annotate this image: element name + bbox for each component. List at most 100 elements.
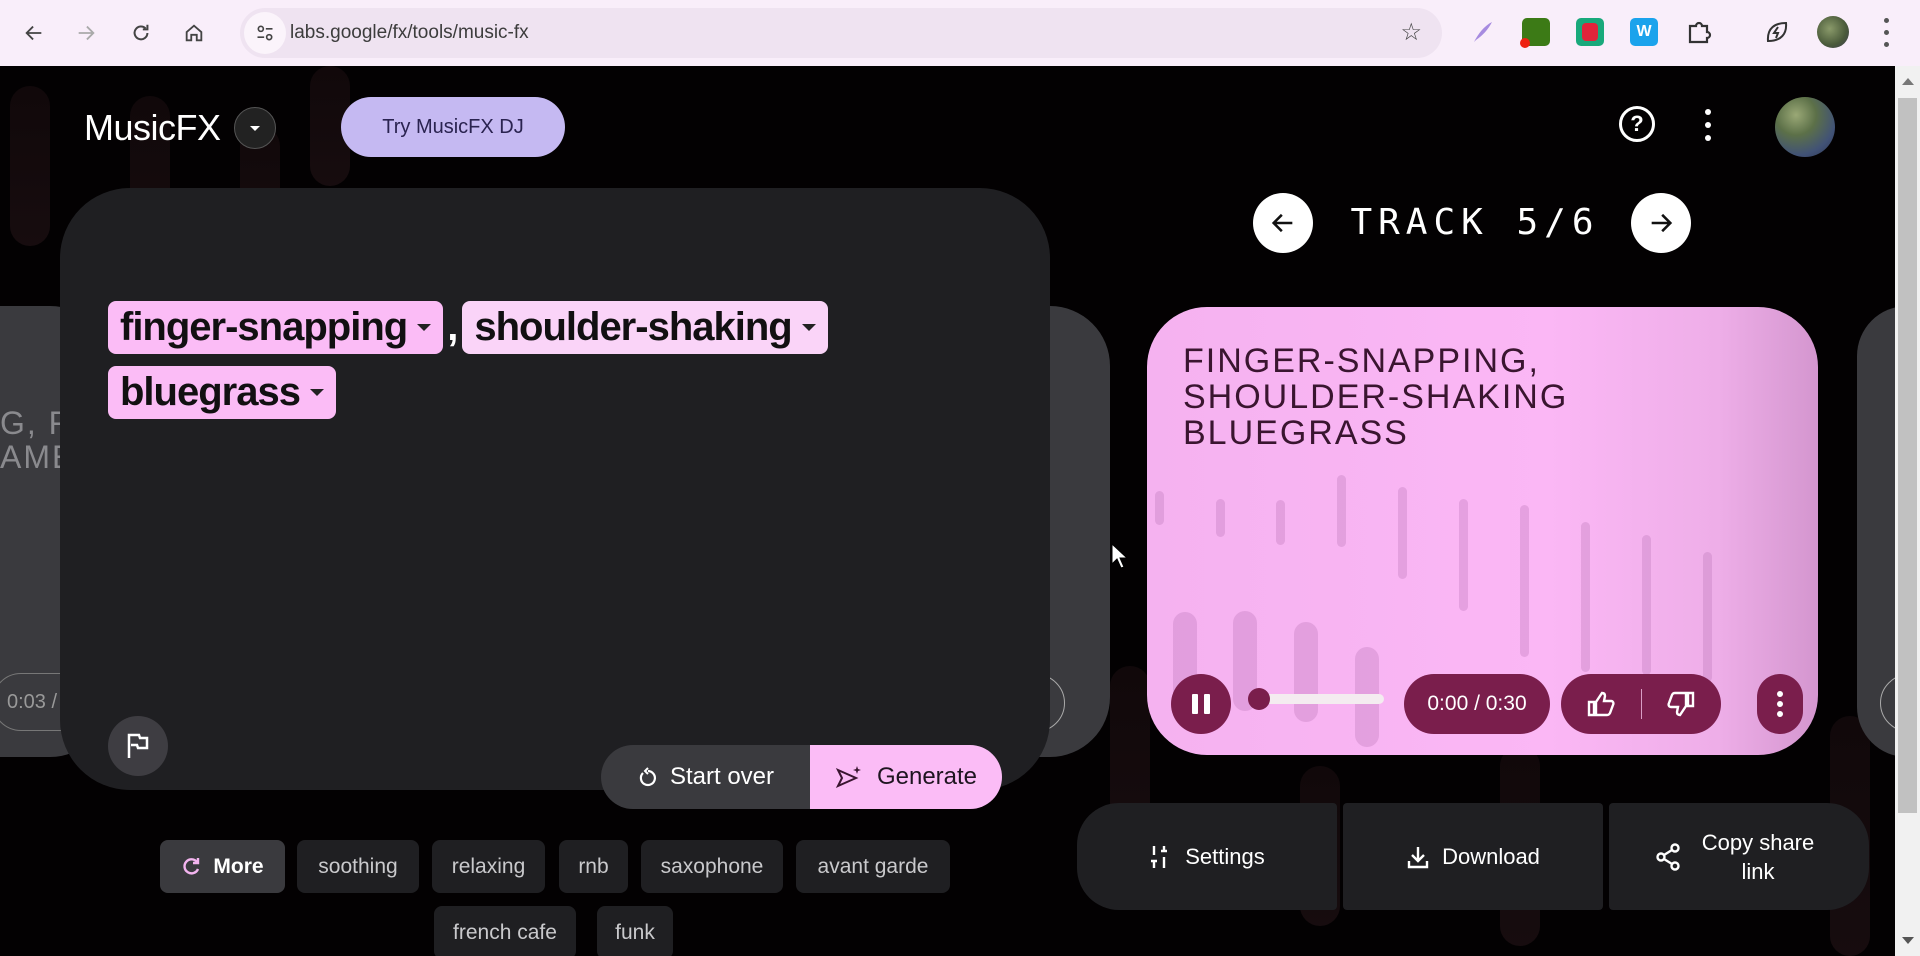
- suggestion-chip[interactable]: funk: [597, 906, 673, 956]
- prompt-chip[interactable]: bluegrass: [108, 366, 336, 419]
- bookmark-star-icon[interactable]: ☆: [1400, 8, 1422, 58]
- thumbs-down-icon: [1667, 691, 1695, 717]
- flag-icon: [127, 733, 149, 758]
- thumbs-up-icon: [1587, 691, 1615, 717]
- share-icon: [1656, 842, 1680, 871]
- suggestion-chip[interactable]: saxophone: [641, 840, 783, 893]
- report-button[interactable]: [108, 716, 168, 776]
- generate-button[interactable]: Generate: [810, 745, 1002, 809]
- previous-track-button[interactable]: [1253, 193, 1313, 253]
- green-extension-icon[interactable]: [1520, 18, 1550, 48]
- play-button[interactable]: [1880, 674, 1895, 732]
- chip-label: finger-snapping: [120, 305, 408, 349]
- page-scrollbar[interactable]: [1895, 66, 1920, 956]
- profile-avatar[interactable]: [1817, 16, 1849, 48]
- suggestion-chip[interactable]: rnb: [559, 840, 628, 893]
- waveform-bar: [1216, 499, 1225, 537]
- waveform-bar: [1642, 535, 1651, 675]
- thumbs-down-button[interactable]: [1642, 674, 1722, 734]
- download-icon: [1407, 846, 1429, 868]
- waveform-bar: [1703, 552, 1712, 682]
- suggestion-chip[interactable]: relaxing: [432, 840, 545, 893]
- more-label: More: [213, 854, 264, 878]
- url-text: labs.google/fx/tools/music-fx: [290, 22, 529, 43]
- caret-down-icon: [801, 324, 816, 331]
- playback-time: 0:00 / 0:30: [1404, 674, 1550, 734]
- background-bar: [10, 86, 50, 246]
- share-label: Copy share link: [1701, 829, 1815, 884]
- scroll-down-arrow-icon[interactable]: [1902, 937, 1914, 944]
- prompt-chip[interactable]: finger-snapping: [108, 301, 444, 354]
- caret-down-icon: [250, 125, 260, 131]
- back-button[interactable]: [14, 13, 54, 53]
- waveform-bar: [1337, 475, 1346, 547]
- track-title: FINGER-SNAPPING, SHOULDER-SHAKING BLUEGR…: [1183, 343, 1568, 451]
- chip-label: shoulder-shaking: [474, 305, 792, 349]
- help-icon[interactable]: ?: [1619, 106, 1655, 142]
- start-over-label: Start over: [669, 763, 775, 790]
- reload-button[interactable]: [121, 13, 161, 53]
- pause-icon: [1192, 694, 1198, 714]
- browser-toolbar: labs.google/fx/tools/music-fx ☆ W: [0, 0, 1920, 66]
- settings-label: Settings: [1185, 843, 1265, 869]
- puzzle-extension-icon[interactable]: [1685, 18, 1713, 46]
- track-counter: TRACK 5/6: [1350, 202, 1600, 243]
- thumbs-up-button[interactable]: [1561, 674, 1641, 734]
- scrollbar-thumb[interactable]: [1898, 98, 1917, 813]
- caret-down-icon: [309, 389, 324, 396]
- address-bar[interactable]: labs.google/fx/tools/music-fx ☆: [240, 8, 1442, 58]
- title-line: FINGER-SNAPPING,: [1183, 342, 1540, 380]
- refresh-icon: [183, 857, 200, 875]
- w-extension-icon[interactable]: W: [1630, 18, 1658, 46]
- arrow-right-icon: [1651, 213, 1673, 233]
- slider-track: [1258, 694, 1384, 704]
- suggestion-chip[interactable]: soothing: [297, 840, 419, 893]
- download-button[interactable]: Download: [1343, 803, 1603, 910]
- more-suggestions-button[interactable]: More: [160, 840, 285, 893]
- home-button[interactable]: [174, 13, 214, 53]
- prompt-card: finger-snapping , shoulder-shaking blueg…: [60, 188, 1050, 790]
- try-musicfx-dj-button[interactable]: Try MusicFX DJ: [341, 97, 565, 157]
- forward-button[interactable]: [66, 13, 106, 53]
- track-more-button[interactable]: [1757, 674, 1803, 734]
- reload-icon: [133, 24, 149, 41]
- start-over-button[interactable]: Start over: [601, 745, 811, 809]
- restart-icon: [639, 767, 656, 787]
- arrow-left-icon: [25, 25, 42, 41]
- scroll-up-arrow-icon[interactable]: [1902, 78, 1914, 85]
- copy-share-link-button[interactable]: Copy share link: [1609, 803, 1869, 910]
- browser-menu-button[interactable]: [1878, 14, 1894, 50]
- playback-slider[interactable]: [1248, 684, 1388, 714]
- next-track-button[interactable]: [1631, 193, 1691, 253]
- settings-button[interactable]: Settings: [1077, 803, 1337, 910]
- video-extension-icon[interactable]: [1576, 18, 1604, 46]
- download-label: Download: [1442, 843, 1540, 869]
- slider-thumb[interactable]: [1248, 688, 1270, 710]
- quill-extension-icon[interactable]: [1468, 18, 1496, 46]
- app-switcher-dropdown[interactable]: [234, 107, 276, 149]
- title-line: BLUEGRASS: [1183, 414, 1409, 452]
- app-logo[interactable]: MusicFX: [84, 104, 221, 152]
- more-options-button[interactable]: [1700, 106, 1716, 144]
- prompt-chip[interactable]: shoulder-shaking: [462, 301, 828, 354]
- leaf-bolt-extension-icon[interactable]: [1763, 18, 1791, 46]
- tune-icon: [1151, 845, 1168, 868]
- pause-button[interactable]: [1171, 674, 1231, 734]
- rating-group: [1561, 674, 1721, 734]
- waveform-bar: [1155, 491, 1164, 525]
- sparkle-send-icon: [835, 766, 861, 789]
- suggestion-chip[interactable]: avant garde: [796, 840, 950, 893]
- user-avatar[interactable]: [1775, 97, 1835, 157]
- site-settings-icon[interactable]: [244, 12, 286, 54]
- more-vert-icon: [1777, 691, 1783, 697]
- waveform-bar: [1459, 499, 1468, 611]
- waveform-bar: [1581, 522, 1590, 672]
- track-card[interactable]: FINGER-SNAPPING, SHOULDER-SHAKING BLUEGR…: [1147, 307, 1818, 755]
- track-6-card[interactable]: [1857, 306, 1895, 757]
- arrow-right-icon: [78, 25, 95, 41]
- home-icon: [185, 24, 203, 42]
- waveform-bar: [1398, 487, 1407, 579]
- suggestion-chip[interactable]: french cafe: [434, 906, 576, 956]
- chip-label: bluegrass: [120, 370, 301, 414]
- waveform-bar: [1276, 500, 1285, 545]
